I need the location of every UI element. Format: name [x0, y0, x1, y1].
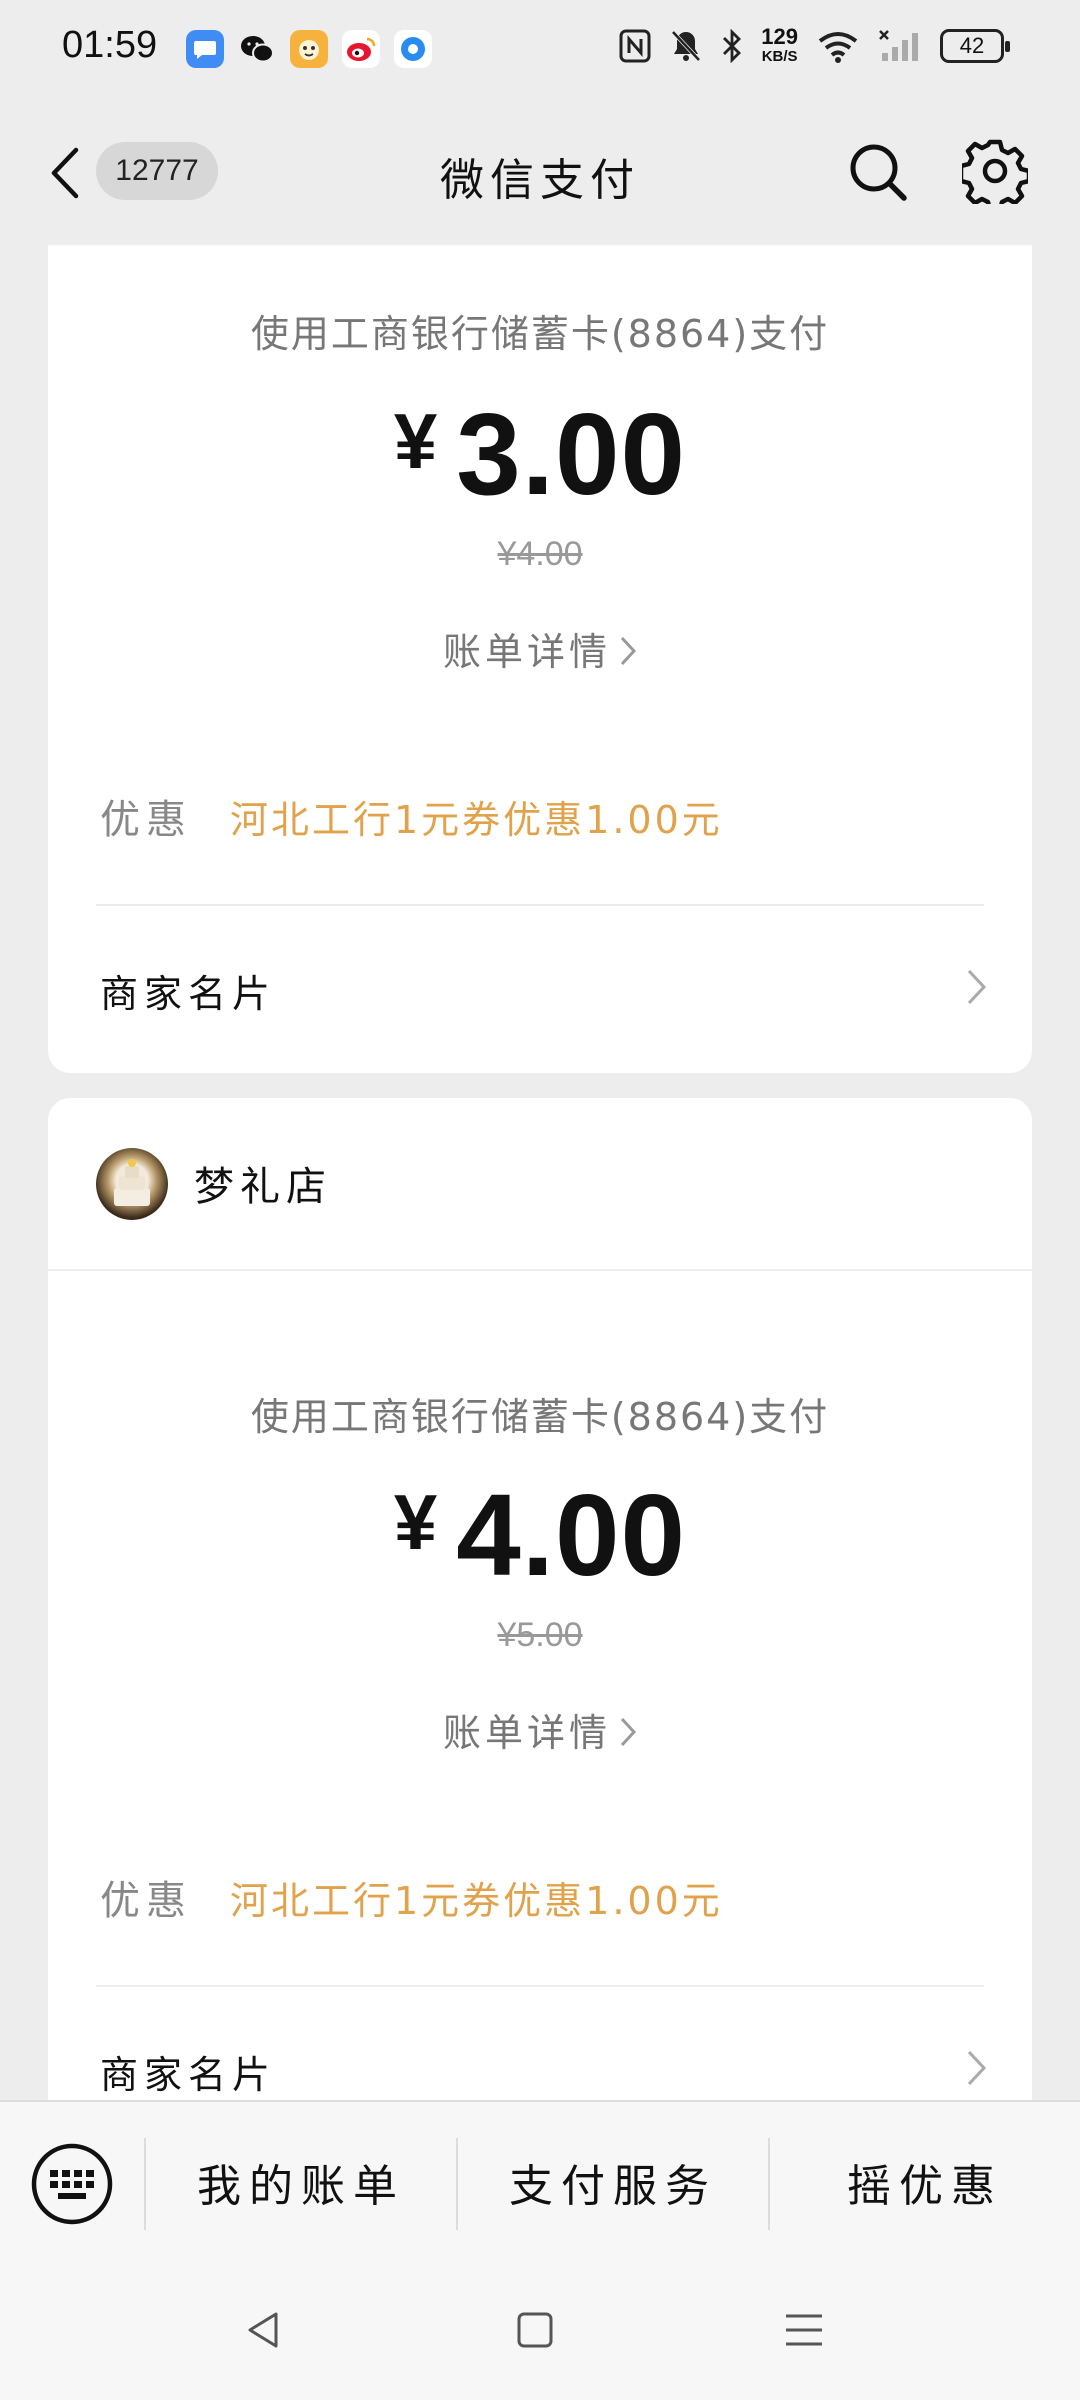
amount-value: 4.00 [456, 1470, 687, 1600]
bill-detail-link[interactable]: 账单详情 [48, 1702, 1032, 1758]
signal-icon [879, 30, 918, 61]
bill-detail-label: 账单详情 [442, 1711, 611, 1755]
payment-amount: ¥4.00 [48, 1468, 1032, 1602]
triangle-back-icon [248, 2312, 278, 2348]
payment-card: 使用工商银行储蓄卡(8864)支付 ¥3.00 ¥4.00 账单详情 优惠 河北… [48, 245, 1032, 1073]
wechat-icon [238, 30, 276, 68]
chevron-right-icon [619, 633, 637, 677]
notification-icons [186, 30, 432, 68]
original-amount: ¥5.00 [497, 1616, 583, 1654]
battery-level: 42 [959, 33, 985, 58]
merchant-card-row[interactable]: 商家名片 [48, 2018, 1032, 2100]
transaction-list: 使用工商银行储蓄卡(8864)支付 ¥3.00 ¥4.00 账单详情 优惠 河北… [0, 245, 1080, 2100]
store-header[interactable]: 梦礼店 [48, 1098, 1032, 1271]
game-app-icon [290, 30, 328, 68]
bluetooth-icon [723, 29, 742, 63]
menu-item-my-bills[interactable]: 我的账单 [146, 2150, 456, 2214]
chevron-right-icon [966, 2048, 988, 2092]
payment-card: 梦礼店 使用工商银行储蓄卡(8864)支付 ¥4.00 ¥5.00 账单详情 优… [48, 1098, 1032, 2100]
divider [96, 904, 984, 906]
divider [96, 1985, 984, 1987]
currency-symbol: ¥ [393, 397, 439, 485]
keyboard-icon [31, 2143, 113, 2225]
menu-lines-icon [786, 2314, 822, 2346]
keyboard-toggle-button[interactable] [30, 2142, 114, 2226]
merchant-card-row[interactable]: 商家名片 [48, 937, 1032, 1037]
messages-app-icon [186, 30, 224, 68]
system-navigation [0, 2260, 1080, 2400]
settings-button[interactable] [958, 138, 1032, 213]
status-bar: 01:59 129 KB/S 42 [0, 0, 1080, 100]
discount-label: 优惠 [100, 797, 192, 843]
search-icon [850, 144, 907, 201]
discount-value: 河北工行1元券优惠1.00元 [230, 798, 723, 842]
status-time: 01:59 [62, 24, 158, 66]
menu-item-shake-offers[interactable]: 摇优惠 [770, 2150, 1080, 2214]
nfc-icon [619, 29, 651, 63]
amount-value: 3.00 [456, 389, 687, 519]
browser-icon [394, 30, 432, 68]
mute-bell-icon [671, 30, 701, 62]
wifi-icon [818, 32, 858, 63]
system-back-button[interactable] [244, 2310, 280, 2354]
chevron-right-icon [966, 967, 988, 1011]
original-amount: ¥4.00 [497, 535, 583, 573]
bottom-menu: 我的账单 支付服务 摇优惠 [0, 2100, 1080, 2260]
menu-item-payment-services[interactable]: 支付服务 [458, 2150, 768, 2214]
currency-symbol: ¥ [393, 1478, 439, 1566]
net-speed-unit: KB/S [761, 48, 798, 65]
payment-method: 使用工商银行储蓄卡(8864)支付 [250, 1395, 830, 1439]
system-recents-button[interactable] [784, 2310, 824, 2354]
discount-value: 河北工行1元券优惠1.00元 [230, 1879, 723, 1923]
bill-detail-link[interactable]: 账单详情 [48, 621, 1032, 677]
system-home-button[interactable] [516, 2310, 554, 2354]
weibo-icon [342, 30, 380, 68]
status-indicators: 129 KB/S 42 [619, 26, 1010, 66]
store-name: 梦礼店 [194, 1164, 332, 1210]
merchant-card-label: 商家名片 [100, 972, 277, 1016]
payment-method: 使用工商银行储蓄卡(8864)支付 [250, 312, 830, 356]
payment-amount: ¥3.00 [48, 387, 1032, 521]
net-speed: 129 KB/S [761, 26, 798, 66]
nav-bar: 12777 微信支付 [0, 100, 1080, 245]
chevron-right-icon [619, 1714, 637, 1758]
page-title: 微信支付 [440, 155, 640, 206]
merchant-card-label: 商家名片 [100, 2053, 277, 2097]
store-avatar [96, 1148, 168, 1220]
square-home-icon [517, 2312, 553, 2348]
gear-icon [958, 139, 1032, 213]
battery-icon: 42 [940, 29, 1010, 63]
net-speed-value: 129 [761, 24, 798, 49]
discount-label: 优惠 [100, 1878, 192, 1924]
search-button[interactable] [846, 140, 910, 204]
bill-detail-label: 账单详情 [442, 630, 611, 674]
